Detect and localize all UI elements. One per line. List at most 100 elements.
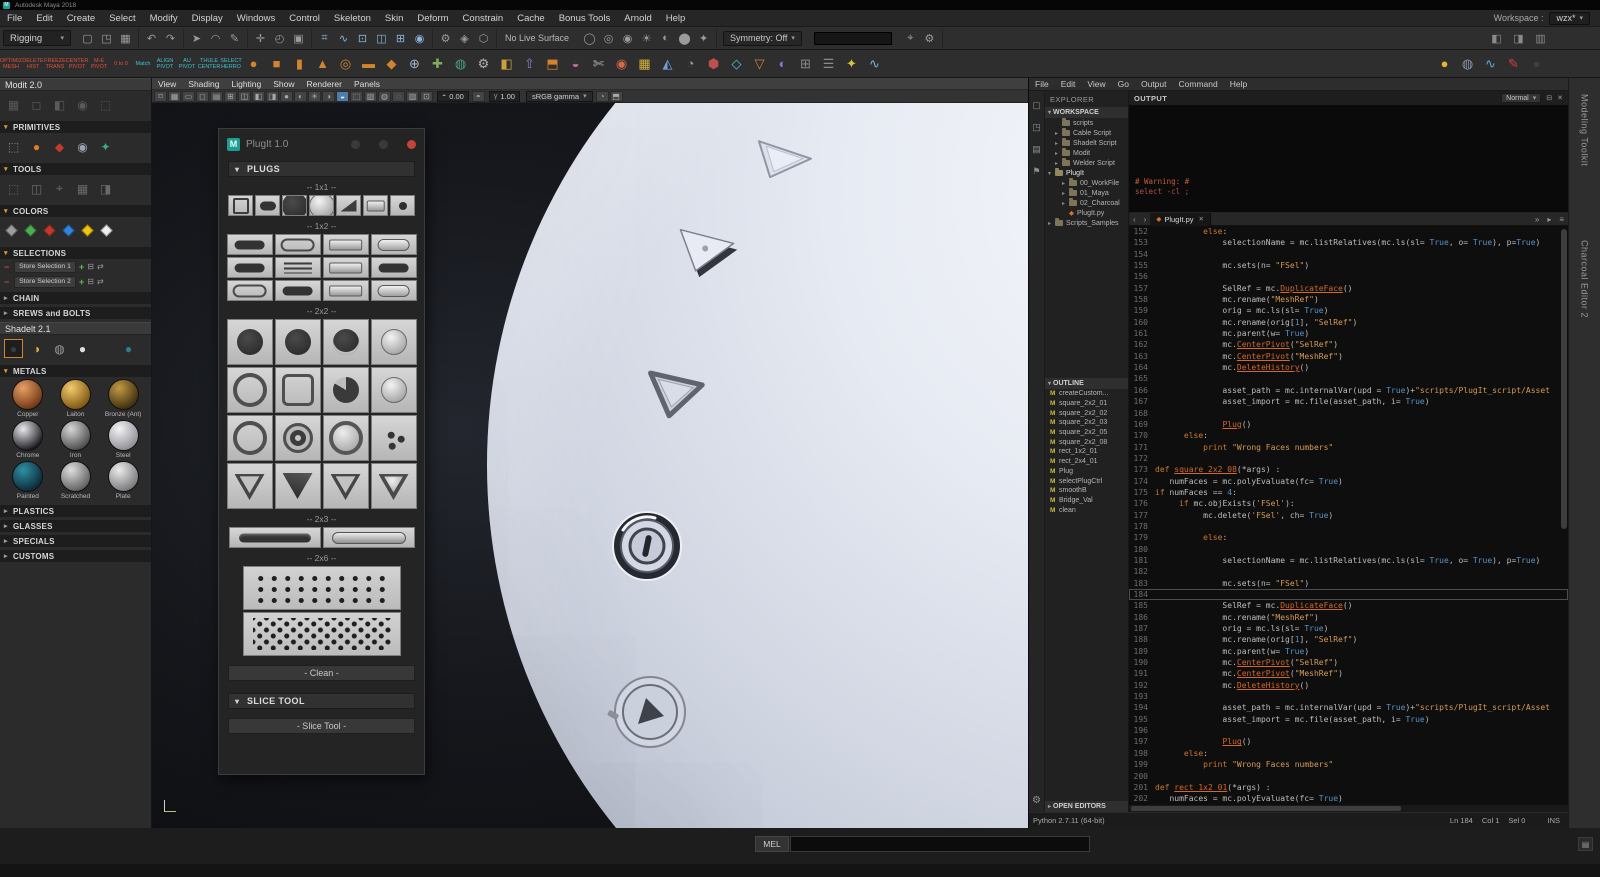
plug-thumbnail-notch[interactable] (323, 319, 369, 365)
bookmark-icon[interactable]: ⚑ (1032, 166, 1040, 177)
viewport-menu-panels[interactable]: Panels (348, 79, 386, 89)
shelf-lattice-icon[interactable]: ☰ (817, 52, 840, 75)
open-folder-icon[interactable]: ◳ (1032, 122, 1041, 133)
tree-item-welder-script[interactable]: ▸Welder Script (1045, 158, 1128, 168)
plugit-titlebar[interactable]: M PlugIt 1.0 (219, 129, 424, 159)
shelf-button-select[interactable]: SELECTHERRO (220, 52, 242, 76)
shelf-pinch-icon[interactable]: ◇ (725, 52, 748, 75)
menu-bonus-tools[interactable]: Bonus Tools (552, 10, 618, 27)
shelf-curve-tool-icon[interactable]: ∿ (863, 52, 886, 75)
code-line[interactable]: 183 mc.sets(n= "FSel") (1129, 578, 1568, 589)
outline-item-plug[interactable]: MPlug (1045, 467, 1128, 477)
clean-button[interactable]: - Clean - (228, 665, 415, 681)
open-editors-header[interactable]: ▸OPEN EDITORS (1045, 801, 1128, 812)
tree-item-00-workfile[interactable]: ▸00_WorkFile (1045, 178, 1128, 188)
modit-tool-c-icon[interactable]: ◧ (50, 95, 69, 114)
menu-create[interactable]: Create (60, 10, 103, 27)
plug-thumbnail-dome[interactable] (371, 319, 417, 365)
close-output-icon[interactable]: ✕ (1557, 94, 1563, 102)
tree-item-plugit[interactable]: ▾PlugIt (1045, 168, 1128, 178)
resolution-gate-icon[interactable]: ◻ (196, 91, 209, 102)
shelf-dark-sphere-icon[interactable]: ● (1525, 52, 1548, 75)
plug-thumbnail-dotsoff[interactable] (243, 612, 401, 656)
viewport-menu-lighting[interactable]: Lighting (225, 79, 267, 89)
paint-select-icon[interactable]: ✎ (225, 29, 244, 48)
shelf-button-optimiz[interactable]: OPTIMIZMESH (0, 52, 22, 76)
editor-menu-edit[interactable]: Edit (1055, 79, 1082, 89)
section-tools[interactable]: ▾TOOLS (0, 163, 151, 175)
section-primitives[interactable]: ▾PRIMITIVES (0, 121, 151, 133)
store-selection-1-button[interactable]: Store Selection 1 (14, 261, 76, 273)
delete-selection-icon[interactable]: ⊟ (87, 262, 94, 271)
code-line[interactable]: 176 if mc.objExists('FSel'): (1129, 498, 1568, 509)
code-line[interactable]: 195 asset_import = mc.file(asset_path, i… (1129, 714, 1568, 725)
modit-tool-a-icon[interactable]: ▦ (4, 95, 23, 114)
code-line[interactable]: 190 mc.CenterPivot("SelRef") (1129, 657, 1568, 668)
color-swatch-5[interactable] (100, 224, 113, 237)
layout-outliner-icon[interactable]: ▥ (1531, 29, 1550, 48)
shelf-gear-icon[interactable]: ⚙ (472, 52, 495, 75)
swap-selection-icon[interactable]: ⇄ (97, 262, 104, 271)
outline-item-square-2x2-02[interactable]: Msquare_2x2_02 (1045, 408, 1128, 418)
snap-surface-icon[interactable]: ⊞ (391, 29, 410, 48)
tree-item-scripts-samples[interactable]: ▸Scripts_Samples (1045, 218, 1128, 228)
plug-thumbnail-slot[interactable] (371, 257, 417, 278)
code-line[interactable]: 177 mc.delete('FSel', ch= True) (1129, 510, 1568, 521)
plug-thumbnail-domer[interactable] (323, 415, 369, 461)
layout-four-icon[interactable]: ◨ (1509, 29, 1528, 48)
shader-teal-ball-icon[interactable]: ● (119, 339, 138, 358)
tool-pivot-icon[interactable]: ⌖ (50, 179, 69, 198)
shelf-button-match[interactable]: Match (132, 52, 154, 76)
tab-back-icon[interactable]: ‹ (1129, 215, 1140, 224)
code-line[interactable]: 165 (1129, 373, 1568, 384)
snap-plane-icon[interactable]: ◫ (372, 29, 391, 48)
plug-triangle-extruded[interactable] (677, 230, 738, 280)
make-live-icon[interactable]: ◉ (410, 29, 429, 48)
ambient-occlusion-icon[interactable]: ◒ (336, 91, 349, 102)
outline-item-clean[interactable]: Mclean (1045, 505, 1128, 515)
outline-item-square-2x2-03[interactable]: Msquare_2x2_03 (1045, 418, 1128, 428)
shader-gold-ball-icon[interactable]: ◑ (27, 339, 46, 358)
xray-icon[interactable]: ▨ (406, 91, 419, 102)
tree-item-plugit-py[interactable]: ◆PlugIt.py (1045, 208, 1128, 218)
section-customs[interactable]: ▸CUSTOMS (0, 550, 151, 562)
menu-control[interactable]: Control (282, 10, 327, 27)
shelf-flatten-icon[interactable]: ▽ (748, 52, 771, 75)
shader-white-ball-icon[interactable]: ● (73, 339, 92, 358)
primitive-gem-icon[interactable]: ✦ (96, 137, 115, 156)
scale-tool-icon[interactable]: ▣ (289, 29, 308, 48)
shelf-button-delete[interactable]: DELETEHIST (22, 52, 44, 76)
open-scene-icon[interactable]: ◳ (97, 29, 116, 48)
material-iron[interactable]: Iron (52, 420, 100, 459)
code-line[interactable]: 178 (1129, 521, 1568, 532)
shelf-star-icon[interactable]: ✦ (840, 52, 863, 75)
shelf-blue-curve-icon[interactable]: ∿ (1479, 52, 1502, 75)
tree-item-scripts[interactable]: scripts (1045, 118, 1128, 128)
command-input-field[interactable] (790, 836, 1090, 852)
shelf-quad-draw-icon[interactable]: ▦ (633, 52, 656, 75)
shelf-mirror-icon[interactable]: ◧ (495, 52, 518, 75)
plug-thumbnail-hole[interactable] (282, 195, 307, 216)
joints-xray-icon[interactable]: ⊡ (420, 91, 433, 102)
editor-menu-file[interactable]: File (1029, 79, 1055, 89)
menu-skin[interactable]: Skin (378, 10, 410, 27)
shelf-grab-icon[interactable]: ⬢ (702, 52, 725, 75)
material-painted[interactable]: Painted (4, 461, 52, 500)
plug-thumbnail-wedge[interactable] (336, 195, 361, 216)
editor-menu-output[interactable]: Output (1135, 79, 1173, 89)
material-steel[interactable]: Steel (99, 420, 147, 459)
code-line[interactable]: 174 numFaces = mc.polyEvaluate(fc= True) (1129, 476, 1568, 487)
shadows-icon[interactable]: ◑ (322, 91, 335, 102)
code-line[interactable]: 184 (1129, 589, 1568, 600)
code-line[interactable]: 168 (1129, 408, 1568, 419)
exposure-field[interactable]: ◓0.00 (437, 91, 469, 102)
plug-thumbnail-slot[interactable] (255, 195, 280, 216)
delete-selection-icon[interactable]: ⊟ (87, 277, 94, 286)
shelf-smooth-icon[interactable]: ◍ (449, 52, 472, 75)
gate-mask-icon[interactable]: ▤ (210, 91, 223, 102)
menu-skeleton[interactable]: Skeleton (327, 10, 378, 27)
viewport-menu-view[interactable]: View (152, 79, 182, 89)
add-selection-icon[interactable]: + (79, 262, 84, 272)
new-scene-icon[interactable]: ▢ (78, 29, 97, 48)
code-line[interactable]: 164 mc.DeleteHistory() (1129, 362, 1568, 373)
